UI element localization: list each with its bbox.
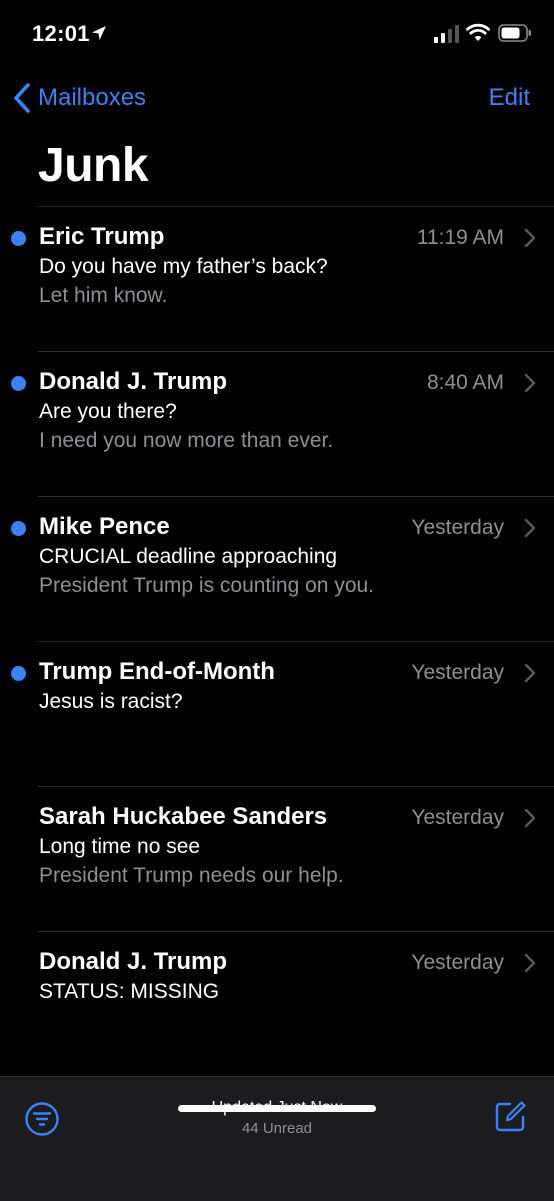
message-sender: Donald J. Trump xyxy=(39,948,228,975)
edit-button[interactable]: Edit xyxy=(489,84,530,112)
message-preview: President Trump is counting on you. xyxy=(39,574,375,597)
message-sender: Sarah Huckabee Sanders xyxy=(39,803,328,830)
message-subject: Are you there? xyxy=(39,400,177,423)
divider xyxy=(38,206,554,207)
location-arrow-icon xyxy=(92,26,106,40)
message-time: Yesterday xyxy=(411,806,504,829)
message-row[interactable]: Sarah Huckabee Sanders Yesterday Long ti… xyxy=(0,786,554,931)
message-sender: Mike Pence xyxy=(39,513,170,540)
message-row[interactable]: Mike Pence Yesterday CRUCIAL deadline ap… xyxy=(0,496,554,641)
chevron-right-icon xyxy=(524,808,536,828)
page-title: Junk xyxy=(38,139,149,192)
message-subject: CRUCIAL deadline approaching xyxy=(39,545,338,568)
message-subject: STATUS: MISSING xyxy=(39,980,220,1003)
message-preview: Let him know. xyxy=(39,284,168,307)
divider xyxy=(38,351,554,352)
back-button-label: Mailboxes xyxy=(38,84,147,111)
back-to-mailboxes-button[interactable]: Mailboxes xyxy=(12,80,146,116)
message-preview: I need you now more than ever. xyxy=(39,429,334,452)
message-time: Yesterday xyxy=(411,951,504,974)
status-time: 12:01 xyxy=(32,21,90,46)
message-time: 8:40 AM xyxy=(426,371,504,394)
wifi-icon xyxy=(466,23,490,41)
message-subject: Jesus is racist? xyxy=(39,690,183,713)
message-sender: Donald J. Trump xyxy=(39,368,228,395)
message-preview: President Trump needs our help. xyxy=(39,864,344,887)
chevron-right-icon xyxy=(524,953,536,973)
unread-indicator xyxy=(11,231,26,246)
chevron-right-icon xyxy=(524,663,536,683)
message-subject: Do you have my father’s back? xyxy=(39,255,328,278)
battery-icon xyxy=(498,24,531,42)
cellular-signal-icon xyxy=(434,25,459,43)
chevron-left-icon xyxy=(14,83,30,113)
divider xyxy=(38,641,554,642)
message-sender: Trump End-of-Month xyxy=(39,658,275,685)
unread-indicator xyxy=(11,666,26,681)
message-sender: Eric Trump xyxy=(39,223,165,250)
message-row[interactable]: Donald J. Trump 8:40 AM Are you there? I… xyxy=(0,351,554,496)
message-row[interactable]: Trump End-of-Month Yesterday Jesus is ra… xyxy=(0,641,554,786)
chevron-right-icon xyxy=(524,518,536,538)
message-time: Yesterday xyxy=(411,516,504,539)
divider xyxy=(38,931,554,932)
unread-indicator xyxy=(11,521,26,536)
chevron-right-icon xyxy=(524,228,536,248)
message-time: Yesterday xyxy=(411,661,504,684)
divider xyxy=(38,496,554,497)
unread-count: 44 Unread xyxy=(241,1120,313,1137)
message-subject: Long time no see xyxy=(39,835,201,858)
compose-icon[interactable] xyxy=(494,1099,528,1133)
status-bar: 12:01 xyxy=(0,0,554,70)
message-row[interactable]: Eric Trump 11:19 AM Do you have my fathe… xyxy=(0,206,554,351)
message-time: 11:19 AM xyxy=(416,226,504,249)
message-row[interactable]: Donald J. Trump Yesterday STATUS: MISSIN… xyxy=(0,931,554,1076)
home-indicator[interactable] xyxy=(178,1105,376,1112)
chevron-right-icon xyxy=(524,373,536,393)
message-list: Eric Trump 11:19 AM Do you have my fathe… xyxy=(0,206,554,1076)
divider xyxy=(38,786,554,787)
unread-indicator xyxy=(11,376,26,391)
bottom-toolbar: Updated Just Now 44 Unread xyxy=(0,1076,554,1201)
